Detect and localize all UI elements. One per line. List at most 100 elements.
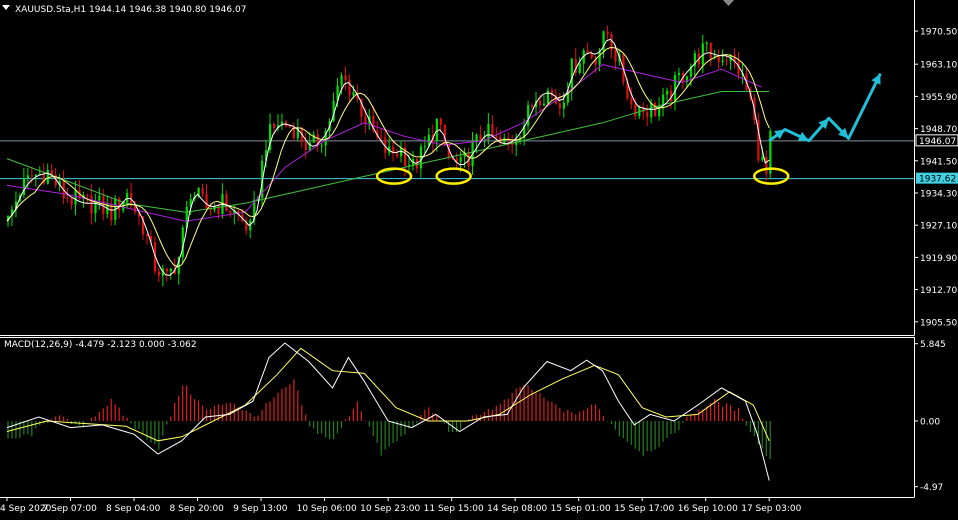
candle-body	[86, 195, 89, 197]
candle-body	[570, 58, 573, 91]
candle-body	[717, 56, 720, 62]
candle-body	[288, 126, 292, 128]
price-axis-label: 1970.50	[920, 28, 957, 38]
macd-axis-label: -4.97	[920, 483, 943, 493]
candle-body	[495, 136, 498, 138]
candle-body	[423, 146, 427, 148]
macd-axis-label: 5.845	[920, 340, 946, 350]
macd-info: MACD(12,26,9) -4.479 -2.123 0.000 -3.062	[4, 340, 197, 350]
time-axis-label: 15 Sep 17:00	[614, 504, 674, 514]
candle-body	[70, 198, 73, 205]
candle-body	[673, 75, 677, 102]
candle-body	[487, 123, 490, 140]
candle-body	[42, 173, 45, 184]
candle-body	[364, 116, 367, 124]
candle-body	[169, 268, 172, 272]
candle-body	[435, 118, 438, 142]
candle-body	[320, 145, 323, 147]
candle-body	[419, 146, 423, 169]
time-axis-label: 8 Sep 04:00	[106, 504, 161, 514]
candle-body	[586, 50, 589, 54]
candle-body	[46, 169, 49, 184]
candle-body	[66, 197, 69, 199]
time-axis-label: 15 Sep 01:00	[551, 504, 611, 514]
price-axis-label: 1955.90	[920, 93, 957, 103]
candle-body	[165, 268, 168, 272]
candle-body	[126, 192, 129, 203]
price-axis-label: 1919.90	[920, 254, 957, 264]
candle-body	[340, 75, 343, 86]
candle-body	[272, 123, 276, 129]
candle-body	[677, 72, 681, 76]
candle-body	[769, 130, 772, 174]
candle-body	[491, 123, 494, 137]
time-axis-label: 10 Sep 23:00	[360, 504, 420, 514]
candle-body	[503, 137, 506, 143]
candle-body	[538, 100, 542, 106]
candle-body	[562, 102, 565, 109]
level-price-label: 1937.62	[919, 175, 956, 185]
candle-body	[725, 60, 728, 62]
candle-body	[344, 75, 347, 80]
candle-body	[646, 112, 649, 118]
symbol-info: XAUUSD.Sta,H1 1944.14 1946.38 1940.80 19…	[15, 5, 246, 15]
time-axis-label: 10 Sep 06:00	[297, 504, 357, 514]
candle-body	[308, 142, 311, 150]
macd-axis-label: 0.00	[920, 417, 940, 427]
candle-body	[578, 63, 581, 73]
candle-body	[26, 175, 30, 179]
level-price-tag: 1937.62	[916, 172, 958, 185]
candle-body	[352, 92, 355, 96]
price-axis-label: 1948.70	[920, 125, 957, 135]
current-price-tag: 1946.07	[915, 134, 958, 147]
candle-body	[542, 103, 546, 106]
candle-body	[157, 271, 161, 276]
candle-body	[546, 90, 550, 104]
candle-body	[74, 190, 77, 205]
candle-body	[721, 60, 724, 62]
price-axis-label: 1963.10	[920, 61, 957, 71]
time-axis-label: 9 Sep 13:00	[233, 504, 288, 514]
trading-chart[interactable]: 1970.50 1963.10 1955.90 1948.70 1941.50 1934.…	[0, 0, 958, 517]
candle-body	[630, 98, 633, 105]
time-axis-label: 8 Sep 20:00	[170, 504, 225, 514]
candle-body	[531, 105, 534, 107]
candle-body	[765, 156, 768, 174]
candle-body	[98, 195, 101, 201]
candle-body	[666, 90, 669, 95]
price-axis-label: 1905.50	[920, 318, 957, 328]
price-axis-label: 1934.30	[920, 189, 957, 199]
candle-body	[380, 137, 383, 139]
candle-body	[634, 104, 637, 117]
candle-body	[439, 118, 442, 125]
candle-body	[614, 49, 617, 62]
candle-body	[527, 105, 530, 126]
candle-body	[650, 103, 653, 118]
candle-body	[662, 94, 665, 106]
candle-body	[705, 42, 708, 44]
price-axis-label: 1912.70	[920, 286, 957, 296]
candle-body	[229, 211, 232, 214]
candle-body	[145, 234, 149, 236]
chart-canvas[interactable]: 1970.50 1963.10 1955.90 1948.70 1941.50 1934.…	[0, 0, 958, 517]
time-axis-label: 17 Sep 03:00	[741, 504, 801, 514]
candle-body	[201, 187, 204, 195]
candle-body	[396, 153, 399, 157]
candle-body	[30, 175, 34, 177]
price-axis-label: 1927.10	[920, 222, 957, 232]
candle-body	[225, 194, 228, 212]
price-axis-label: 1941.50	[920, 157, 957, 167]
candle-body	[606, 31, 609, 35]
candle-body	[709, 42, 712, 59]
candle-body	[22, 178, 26, 195]
time-axis-label: 11 Sep 15:00	[424, 504, 484, 514]
candle-body	[459, 157, 462, 162]
time-axis-label: 16 Sep 10:00	[678, 504, 738, 514]
candle-body	[558, 103, 562, 109]
candle-body	[761, 156, 764, 161]
candle-body	[304, 142, 307, 150]
time-axis-label: 14 Sep 08:00	[487, 504, 547, 514]
candle-body	[205, 194, 208, 209]
time-axis-label: 7 Sep 07:00	[43, 504, 98, 514]
candle-body	[90, 195, 93, 214]
